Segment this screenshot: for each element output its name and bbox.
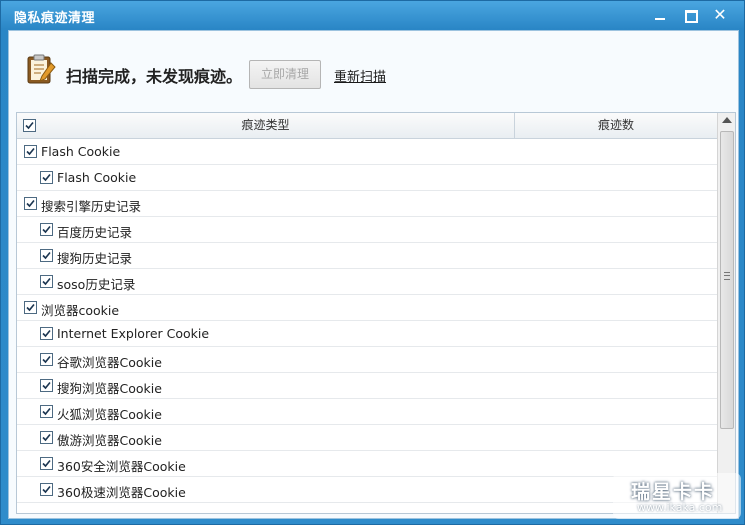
item-label: 浏览器cookie	[41, 303, 120, 318]
check-icon	[42, 355, 51, 364]
trace-list: 痕迹类型 痕迹数 Flash Cookie Flash Cookie 搜索引擎历史记…	[16, 112, 736, 514]
scrollbar-thumb[interactable]	[720, 131, 734, 429]
list-item[interactable]: 火狐浏览器Cookie	[17, 399, 717, 425]
column-header-trace-count[interactable]: 痕迹数	[515, 113, 717, 138]
close-button[interactable]: ✕	[707, 5, 733, 25]
item-label: Internet Explorer Cookie	[57, 326, 210, 341]
item-checkbox[interactable]	[40, 431, 53, 444]
scan-result-message: 扫描完成，未发现痕迹。	[66, 67, 243, 86]
item-checkbox[interactable]	[40, 353, 53, 366]
list-item[interactable]: Internet Explorer Cookie	[17, 321, 717, 347]
check-icon	[42, 459, 51, 468]
check-icon	[26, 199, 35, 208]
item-checkbox[interactable]	[24, 301, 37, 314]
clipboard-pencil-icon	[26, 53, 56, 85]
item-checkbox[interactable]	[40, 483, 53, 496]
check-icon	[26, 147, 35, 156]
list-item[interactable]: 浏览器cookie	[17, 295, 717, 321]
item-checkbox[interactable]	[24, 145, 37, 158]
item-checkbox[interactable]	[40, 327, 53, 340]
minimize-icon	[655, 18, 665, 20]
client-area: 扫描完成，未发现痕迹。 立即清理 重新扫描 痕迹类型 痕迹数 Flash Coo…	[8, 30, 739, 519]
item-checkbox[interactable]	[40, 405, 53, 418]
check-icon	[42, 225, 51, 234]
item-label: 搜狗浏览器Cookie	[57, 381, 162, 396]
title-bar[interactable]: 隐私痕迹清理 ✕	[1, 1, 744, 29]
check-icon	[42, 381, 51, 390]
privacy-cleaner-window: 隐私痕迹清理 ✕ 扫描完成，未发现痕迹。 立即清理 重新扫描 痕迹类型 痕迹数	[0, 0, 745, 525]
item-label: Flash Cookie	[41, 144, 121, 159]
rescan-link[interactable]: 重新扫描	[334, 66, 386, 85]
scroll-up-arrow-icon[interactable]	[722, 117, 732, 123]
list-item[interactable]: 360极速浏览器Cookie	[17, 477, 717, 503]
item-checkbox[interactable]	[40, 275, 53, 288]
maximize-button[interactable]	[677, 5, 703, 25]
window-title: 隐私痕迹清理	[14, 11, 96, 26]
list-item[interactable]: 傲游浏览器Cookie	[17, 425, 717, 451]
watermark-logo: 瑞星卡卡 www.ikaka.com	[613, 473, 741, 519]
close-icon: ✕	[713, 5, 727, 24]
minimize-button[interactable]	[647, 5, 673, 25]
list-item[interactable]: 百度历史记录	[17, 217, 717, 243]
item-label: soso历史记录	[57, 277, 136, 292]
watermark-text: 瑞星卡卡	[631, 481, 716, 503]
item-label: 360极速浏览器Cookie	[57, 485, 186, 500]
item-checkbox[interactable]	[40, 379, 53, 392]
item-label: 搜索引擎历史记录	[41, 199, 142, 214]
item-label: 傲游浏览器Cookie	[57, 433, 162, 448]
list-item[interactable]: Flash Cookie	[17, 165, 717, 191]
check-icon	[42, 485, 51, 494]
item-checkbox[interactable]	[24, 197, 37, 210]
item-label: 360安全浏览器Cookie	[57, 459, 186, 474]
column-header-trace-type[interactable]: 痕迹类型	[17, 113, 515, 138]
check-icon	[25, 121, 34, 130]
select-all-checkbox[interactable]	[23, 119, 36, 132]
check-icon	[42, 251, 51, 260]
list-header: 痕迹类型 痕迹数	[17, 113, 717, 139]
check-icon	[42, 433, 51, 442]
item-label: 搜狗历史记录	[57, 251, 133, 266]
maximize-icon	[685, 10, 698, 23]
list-item[interactable]: 搜狗历史记录	[17, 243, 717, 269]
item-checkbox[interactable]	[40, 171, 53, 184]
check-icon	[42, 173, 51, 182]
item-label: 谷歌浏览器Cookie	[57, 355, 162, 370]
item-checkbox[interactable]	[40, 223, 53, 236]
list-item[interactable]: 谷歌浏览器Cookie	[17, 347, 717, 373]
list-item[interactable]: 搜索引擎历史记录	[17, 191, 717, 217]
list-item[interactable]: Flash Cookie	[17, 139, 717, 165]
vertical-scrollbar[interactable]	[717, 113, 735, 513]
item-checkbox[interactable]	[40, 249, 53, 262]
item-label: 火狐浏览器Cookie	[57, 407, 162, 422]
item-label: Flash Cookie	[57, 170, 137, 185]
grip-icon	[724, 272, 730, 280]
check-icon	[42, 407, 51, 416]
clean-now-button[interactable]: 立即清理	[249, 60, 321, 89]
check-icon	[42, 277, 51, 286]
check-icon	[42, 329, 51, 338]
list-rows: Flash Cookie Flash Cookie 搜索引擎历史记录 百度历史记录 搜狗…	[17, 139, 717, 503]
item-label: 百度历史记录	[57, 225, 133, 240]
list-item[interactable]: 360安全浏览器Cookie	[17, 451, 717, 477]
item-checkbox[interactable]	[40, 457, 53, 470]
watermark-url: www.ikaka.com	[637, 501, 723, 514]
check-icon	[26, 303, 35, 312]
list-item[interactable]: soso历史记录	[17, 269, 717, 295]
list-item[interactable]: 搜狗浏览器Cookie	[17, 373, 717, 399]
